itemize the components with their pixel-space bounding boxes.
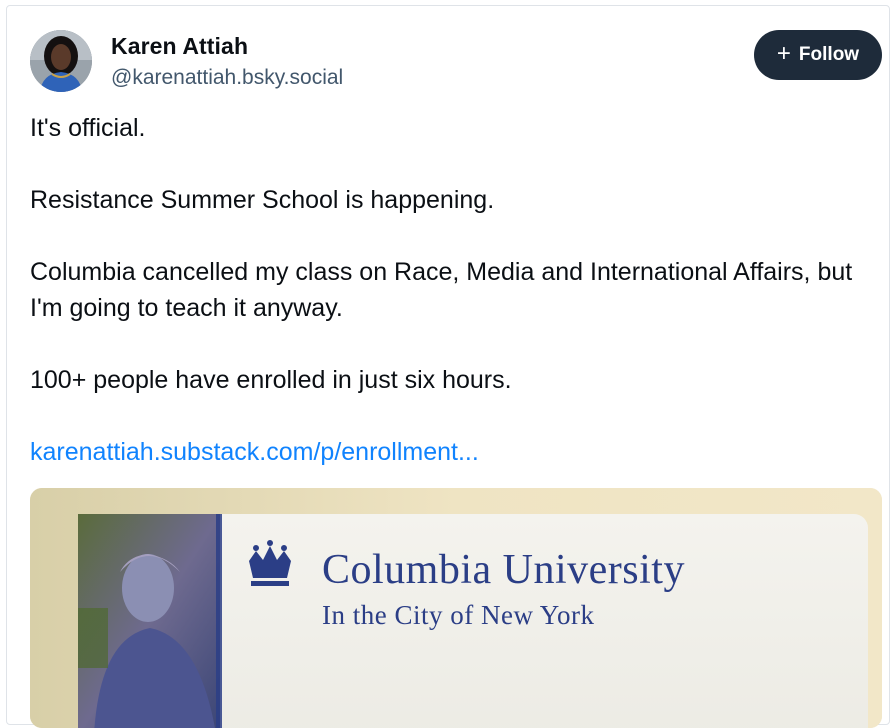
post-text: It's official. Resistance Summer School … (30, 110, 870, 470)
post-header: Karen Attiah @karenattiah.bsky.social + … (7, 6, 889, 106)
avatar[interactable] (30, 30, 92, 92)
post-paragraph: Columbia cancelled my class on Race, Med… (30, 258, 853, 322)
plus-icon: + (776, 40, 791, 67)
author-handle[interactable]: @karenattiah.bsky.social (111, 66, 343, 90)
card-subtitle: In the City of New York (322, 600, 595, 630)
embedded-image[interactable]: Columbia University In the City of New Y… (30, 488, 882, 728)
author-name[interactable]: Karen Attiah (111, 33, 248, 60)
follow-label: Follow (798, 44, 860, 65)
follow-button[interactable]: + Follow (754, 30, 882, 80)
post-paragraph: Resistance Summer School is happening. (30, 186, 495, 214)
avatar-image (30, 30, 92, 92)
post-paragraph: 100+ people have enrolled in just six ho… (30, 366, 512, 394)
post-card[interactable]: Karen Attiah @karenattiah.bsky.social + … (6, 5, 890, 728)
card-title: Columbia University (322, 547, 685, 593)
post-paragraph: It's official. (30, 114, 146, 142)
external-link[interactable]: karenattiah.substack.com/p/enrollment... (30, 438, 479, 466)
